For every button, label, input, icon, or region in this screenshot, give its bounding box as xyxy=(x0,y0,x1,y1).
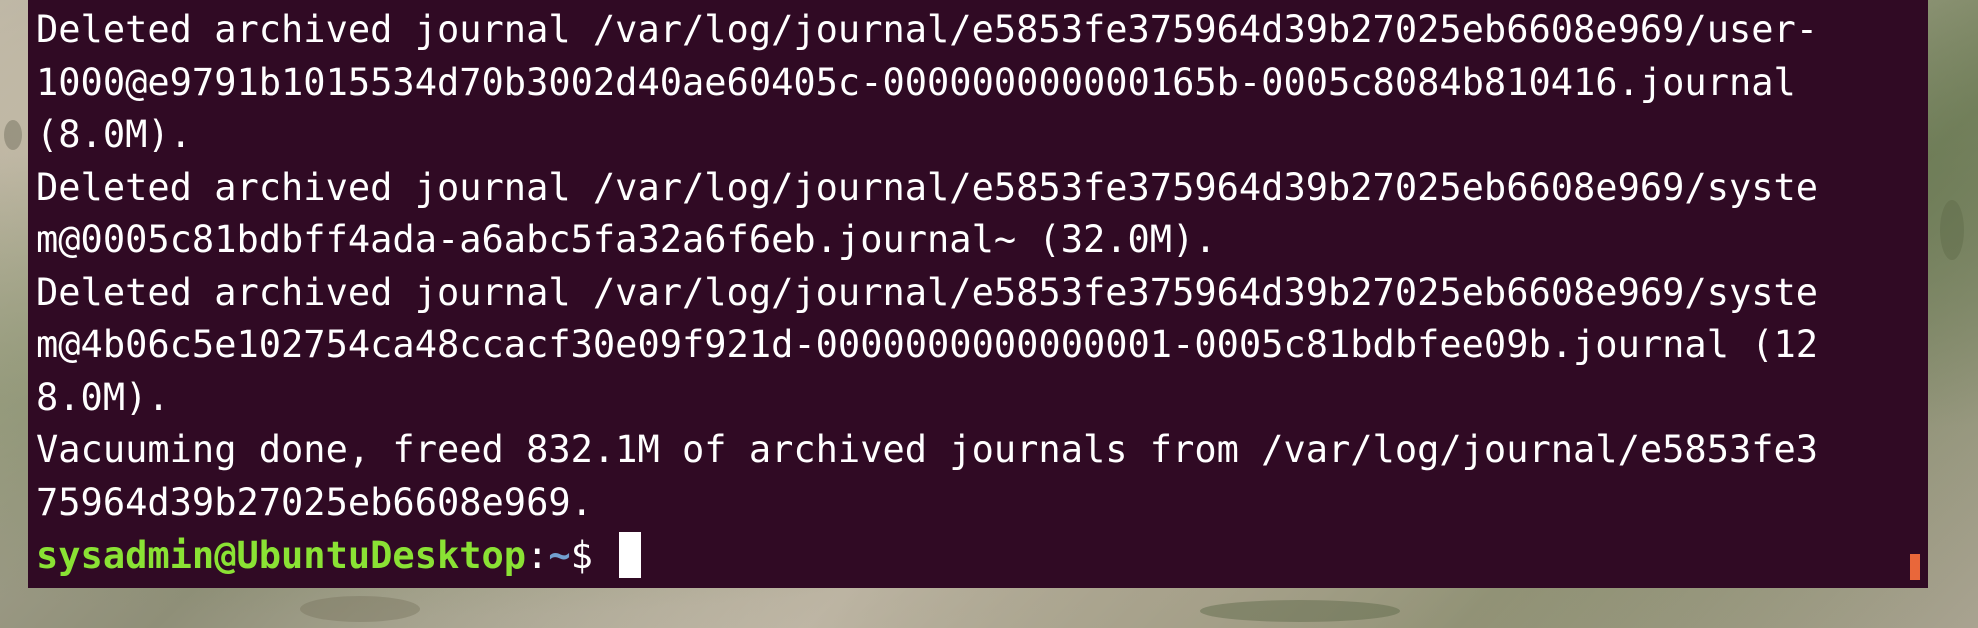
prompt-symbol: $ xyxy=(570,533,616,577)
output-line: m@4b06c5e102754ca48ccacf30e09f921d-00000… xyxy=(36,323,1819,366)
command-prompt[interactable]: sysadmin@UbuntuDesktop: ~ $ xyxy=(36,529,1920,582)
prompt-path: ~ xyxy=(548,533,571,577)
output-line: (8.0M). xyxy=(36,113,192,156)
wallpaper-detail xyxy=(1200,600,1400,622)
output-line: 8.0M). xyxy=(36,375,170,419)
output-line: 75964d39b27025eb6608e969. xyxy=(36,480,593,524)
scrollbar-indicator[interactable] xyxy=(1910,554,1920,580)
output-line: Deleted archived journal /var/log/journa… xyxy=(36,8,1819,51)
output-line: Deleted archived journal /var/log/journa… xyxy=(36,270,1819,314)
text-cursor[interactable] xyxy=(619,532,642,579)
terminal-window[interactable]: Deleted archived journal /var/log/journa… xyxy=(28,0,1928,588)
output-line: 1000@e9791b1015534d70b3002d40ae60405c-00… xyxy=(36,60,1796,104)
prompt-user-host: sysadmin@UbuntuDesktop xyxy=(36,533,527,577)
output-line: Vacuuming done, freed 832.1M of archived… xyxy=(36,428,1819,471)
output-line: m@0005c81bdbff4ada-a6abc5fa32a6f6eb.jour… xyxy=(36,218,1217,261)
wallpaper-detail xyxy=(300,596,420,622)
wallpaper-detail xyxy=(4,120,22,150)
output-line: Deleted archived journal /var/log/journa… xyxy=(36,165,1819,209)
wallpaper-detail xyxy=(1940,200,1964,260)
terminal-output: Deleted archived journal /var/log/journa… xyxy=(36,4,1920,529)
prompt-separator: : xyxy=(526,533,549,577)
